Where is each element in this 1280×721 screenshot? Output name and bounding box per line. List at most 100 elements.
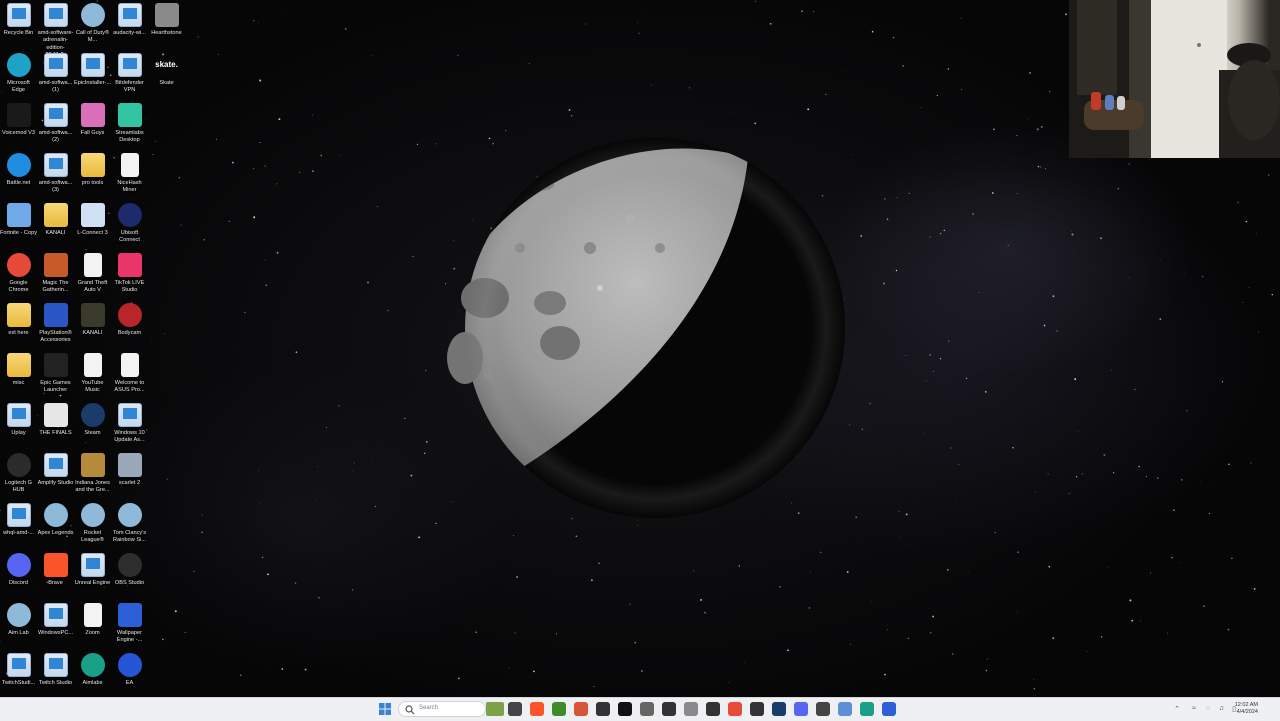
rainbow-six-icon — [118, 503, 142, 527]
desktop-icon[interactable]: skate.Skate — [148, 53, 185, 87]
desktop-icon[interactable]: Bitdefender VPN — [111, 53, 148, 95]
desktop-icon[interactable]: Grand Theft Auto V — [74, 253, 111, 295]
desktop-icon[interactable]: Recycle Bin — [0, 3, 37, 37]
desktop-icon[interactable]: EpicInstaller-... — [74, 53, 111, 87]
desktop-icon[interactable]: Indiana Jones and the Gre... — [74, 453, 111, 495]
star — [457, 55, 458, 56]
desktop-icon[interactable]: amd-softwa... (3) — [37, 153, 74, 195]
desktop-icon[interactable]: audacity-wi... — [111, 3, 148, 37]
taskbar-gear-icon[interactable] — [684, 702, 698, 716]
desktop-icon[interactable]: L-Connect 3 — [74, 203, 111, 237]
star — [847, 571, 849, 573]
star — [153, 154, 154, 155]
desktop-icon[interactable]: Voicemod V3 — [0, 103, 37, 137]
taskbar-terminal-icon[interactable] — [618, 702, 632, 716]
desktop-icon[interactable]: Rocket League® — [74, 503, 111, 545]
taskbar-app-icon[interactable] — [574, 702, 588, 716]
tray-wifi-icon[interactable]: ◌ — [1206, 705, 1210, 712]
star — [860, 235, 862, 237]
taskbar-steam-icon[interactable] — [772, 702, 786, 716]
uplay-icon — [7, 403, 31, 427]
desktop-icon[interactable]: Call of Duty® M... — [74, 3, 111, 45]
desktop-icon[interactable]: Discord — [0, 553, 37, 587]
taskbar-obs-icon[interactable] — [750, 702, 764, 716]
desktop-icon[interactable]: Microsoft Edge — [0, 53, 37, 95]
desktop-icon[interactable]: Logitech G HUB — [0, 453, 37, 495]
taskbar-logitech-icon[interactable] — [662, 702, 676, 716]
taskbar-settings-icon[interactable] — [640, 702, 654, 716]
desktop-icon[interactable]: Aim Lab — [0, 603, 37, 637]
tray-chevron-icon[interactable]: ⌃ — [1174, 705, 1180, 713]
desktop-icon[interactable]: pro tools — [74, 153, 111, 187]
star — [950, 447, 951, 448]
desktop-icon[interactable]: Bodycam — [111, 303, 148, 337]
desktop-icon[interactable]: Wallpaper Engine -... — [111, 603, 148, 645]
desktop-icon[interactable]: Windows 10 Update As... — [111, 403, 148, 445]
taskbar-file-explorer-icon[interactable] — [508, 702, 522, 716]
desktop-icon[interactable]: Twitch Studio — [37, 653, 74, 687]
desktop-icon[interactable]: TwitchStudi... — [0, 653, 37, 687]
taskbar-blue-app-icon[interactable] — [882, 702, 896, 716]
desktop-icon[interactable]: EA — [111, 653, 148, 687]
desktop-icon[interactable]: Amplify Studio — [37, 453, 74, 487]
desktop-icon[interactable]: Fall Guys — [74, 103, 111, 137]
taskbar-search[interactable]: Search — [398, 701, 486, 717]
desktop-icon[interactable]: Welcome to ASUS Pro... — [111, 353, 148, 395]
desktop-icon[interactable]: WindowsPC... — [37, 603, 74, 637]
star — [638, 33, 639, 34]
desktop-icon[interactable]: YouTube Music — [74, 353, 111, 395]
taskbar-brave-icon[interactable] — [530, 702, 544, 716]
star — [1048, 566, 1050, 568]
start-button[interactable] — [378, 702, 392, 716]
desktop-icon[interactable]: Fortnite - Copy — [0, 203, 37, 237]
desktop-icon[interactable]: Hearthstone — [148, 3, 185, 37]
star — [412, 256, 413, 257]
desktop-icon[interactable]: Uplay — [0, 403, 37, 437]
star — [1056, 330, 1058, 332]
desktop-icon[interactable]: NiceHash Miner — [111, 153, 148, 195]
desktop-icon[interactable]: Streamlabs Desktop — [111, 103, 148, 145]
desktop-icon[interactable]: Unreal Engine — [74, 553, 111, 587]
desktop-icon[interactable]: Magic The Gatherin... — [37, 253, 74, 295]
desktop-icon[interactable]: Epic Games Launcher — [37, 353, 74, 395]
tray-volume-icon[interactable]: ♫ — [1219, 705, 1224, 712]
star — [995, 532, 996, 533]
star — [926, 381, 927, 382]
desktop-icon[interactable]: scarlet 2 — [111, 453, 148, 487]
desktop-icon[interactable]: amd-softwa... (1) — [37, 53, 74, 95]
desktop-icon[interactable]: PlayStation® Accessories — [37, 303, 74, 345]
desktop-icon[interactable]: TikTok LIVE Studio — [111, 253, 148, 295]
desktop-icon[interactable]: THE FINALS — [37, 403, 74, 437]
desktop-icon[interactable]: Ubisoft Connect — [111, 203, 148, 245]
document-icon — [84, 253, 102, 277]
desktop-icon[interactable]: misc — [0, 353, 37, 387]
desktop-icon[interactable]: Apex Legends — [37, 503, 74, 537]
desktop-icon[interactable]: Brave — [37, 553, 74, 587]
desktop-icon[interactable]: Battle.net — [0, 153, 37, 187]
desktop-icon[interactable]: Google Chrome — [0, 253, 37, 295]
taskbar-minecraft-icon[interactable] — [552, 702, 566, 716]
taskbar-discord-icon[interactable] — [794, 702, 808, 716]
tray-network-icon[interactable]: ≈ — [1192, 705, 1196, 712]
star — [318, 597, 320, 599]
taskbar-monitor-icon[interactable] — [706, 702, 720, 716]
desktop-icon[interactable]: OBS Studio — [111, 553, 148, 587]
desktop-icon[interactable]: KANALI — [74, 303, 111, 337]
desktop-icon[interactable]: amd-softwa... (2) — [37, 103, 74, 145]
desktop-icon[interactable]: Zoom — [74, 603, 111, 637]
taskbar-clock[interactable]: 12:02 AM 4/4/2024 — [1235, 702, 1258, 716]
desktop-icon[interactable]: ext here — [0, 303, 37, 337]
taskbar-landscape-icon[interactable] — [486, 702, 504, 716]
desktop-icon[interactable]: Steam — [74, 403, 111, 437]
desktop-icon[interactable]: KANALI — [37, 203, 74, 237]
taskbar-pen-icon[interactable] — [596, 702, 610, 716]
desktop-icon[interactable]: whql-amd-... — [0, 503, 37, 537]
taskbar-calculator-icon[interactable] — [816, 702, 830, 716]
desktop-icon[interactable]: Tom Clancy's Rainbow Si... — [111, 503, 148, 545]
taskbar-pin-icon[interactable] — [838, 702, 852, 716]
star — [1159, 318, 1161, 320]
desktop-icon[interactable]: Aimlabs — [74, 653, 111, 687]
star — [253, 216, 255, 218]
taskbar-chrome-icon[interactable] — [728, 702, 742, 716]
taskbar-green-app-icon[interactable] — [860, 702, 874, 716]
